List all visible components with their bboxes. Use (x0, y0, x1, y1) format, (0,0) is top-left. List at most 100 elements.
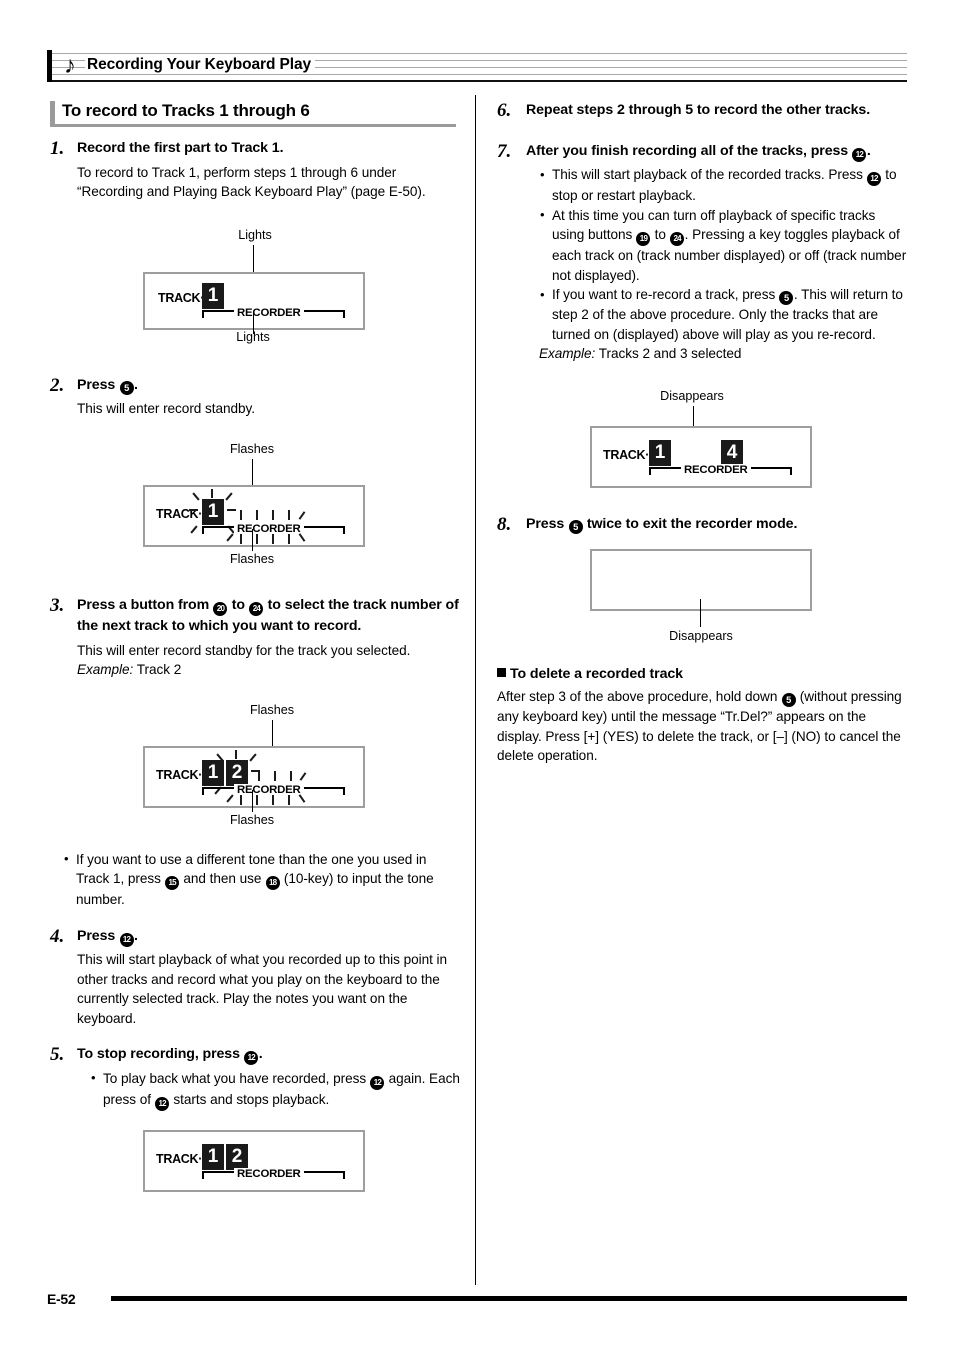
step-8-number: 8. (497, 513, 512, 535)
figure-3-ray (299, 771, 307, 781)
button-badge-18: 18 (265, 876, 280, 890)
section-heading: To record to Tracks 1 through 6 (50, 100, 460, 127)
figure-5-recorder-label: RECORDER (681, 463, 751, 477)
step-2-title: Press 5. (77, 376, 138, 395)
step-7-b3-pre: If you want to re-record a track, press (552, 287, 779, 302)
delete-body-pre: After step 3 of the above procedure, hol… (497, 689, 782, 704)
step-3-title: Press a button from 20 to 24 to select t… (77, 597, 459, 635)
button-badge-12: 12 (867, 172, 882, 186)
step-8-title-pre: Press (526, 515, 568, 532)
figure-4-numbox-1: 1 (202, 1143, 224, 1170)
step-3-example-label: Example: (77, 662, 134, 677)
figure-3-caption-bottom: Flashes (229, 812, 275, 827)
figure-2-ray (227, 508, 236, 511)
figure-5-lcd: TRACK· 1 4 RECORDER (590, 425, 812, 488)
right-column: 6. Repeat steps 2 through 5 to record th… (497, 100, 907, 766)
button-badge-12: 12 (119, 932, 134, 947)
button-badge-12: 12 (370, 1075, 385, 1090)
step-5-bullet-pre: To play back what you have recorded, pre… (103, 1070, 370, 1086)
step-2-number: 2. (50, 374, 65, 396)
list-item: If you want to use a different tone than… (63, 849, 460, 910)
figure-5-track-label: TRACK· (603, 447, 650, 462)
figure-1-numbox-1: 1 (202, 282, 224, 309)
figure-2-ray (288, 509, 290, 520)
step-4-body: This will start playback of what you rec… (50, 950, 460, 1028)
footer-rule (111, 1296, 907, 1301)
figure-6-lcd (590, 549, 812, 611)
figure-2-ray (272, 509, 274, 520)
step-2: 2. Press 5. (50, 375, 460, 397)
figure-3-ray (256, 794, 258, 805)
figure-4-numbox-2: 2 (226, 1143, 248, 1170)
left-column: To record to Tracks 1 through 6 1. Recor… (50, 100, 460, 1205)
step-3-body-text: This will enter record standby for the t… (77, 642, 411, 658)
figure-2-ray (240, 533, 242, 544)
running-header: ♪ Recording Your Keyboard Play (47, 50, 907, 82)
figure-2-ray (226, 532, 234, 542)
figure-2-ray (272, 533, 274, 544)
figure-3-lcd: TRACK· 1 2 RECORDER (143, 745, 365, 808)
list-item: To play back what you have recorded, pre… (90, 1068, 460, 1111)
manual-page: ♪ Recording Your Keyboard Play To record… (0, 0, 954, 1348)
section-accent-bar (50, 101, 55, 124)
delete-section-heading: To delete a recorded track (497, 664, 907, 684)
figure-3-caption-top: Flashes (249, 702, 295, 717)
button-badge-12: 12 (852, 147, 867, 162)
figure-4-lcd: TRACK· 1 2 RECORDER (143, 1129, 365, 1192)
figure-1-caption-bottom: Lights (236, 329, 270, 344)
figure-4-recorder-label: RECORDER (234, 1167, 304, 1181)
figure-3-ray (272, 794, 274, 805)
figure-3-ray (226, 793, 234, 803)
button-badge-5: 5 (779, 291, 794, 305)
step-4-title-post: . (134, 927, 138, 944)
list-item: If you want to re-record a track, press … (539, 285, 907, 344)
step-1: 1. Record the first part to Track 1. (50, 138, 460, 160)
figure-1-track-label: TRACK· (158, 290, 205, 305)
figure-2-ray (256, 509, 258, 520)
step-3-note: If you want to use a different tone than… (50, 849, 460, 910)
figure-track1-flashes: Flashes TRACK· 1 RECORDER (50, 419, 460, 557)
figure-track1-lights: Lights TRACK· 1 RECORDER (50, 202, 460, 337)
step-4-title-pre: Press (77, 927, 119, 944)
step-3: 3. Press a button from 20 to 24 to selec… (50, 595, 460, 638)
figure-2-ray (240, 509, 242, 520)
figure-2-ray (288, 533, 290, 544)
step-7-b1-pre: This will start playback of the recorded… (552, 167, 867, 182)
figure-2-caption-bottom: Flashes (229, 551, 275, 566)
delete-section-body: After step 3 of the above procedure, hol… (497, 687, 907, 766)
step-3-example: Example: Track 2 (77, 660, 460, 680)
step-1-number: 1. (50, 138, 65, 159)
figure-1-leader-top (253, 244, 254, 272)
figure-3-ray (288, 794, 290, 805)
figure-3-ray (290, 770, 292, 781)
button-badge-12: 12 (155, 1096, 170, 1111)
step-3-body: This will enter record standby for the t… (50, 641, 460, 680)
section-heading-text: To record to Tracks 1 through 6 (62, 101, 310, 120)
step-7-b2-mid: to (650, 227, 670, 242)
figure-3-track-label: TRACK· (156, 767, 203, 782)
figure-3-ray (235, 749, 237, 759)
step-7-bullets: This will start playback of the recorded… (539, 165, 907, 344)
step-4-body-text: This will start playback of what you rec… (77, 952, 448, 1026)
step-3-title-mid: to (227, 596, 249, 613)
figure-2-ray (225, 491, 233, 501)
figure-tracks-disappear: Disappears TRACK· 1 4 RECORDER (497, 364, 907, 492)
figure-5-caption-top: Disappears (660, 388, 724, 403)
step-1-body-text: To record to Track 1, perform steps 1 th… (77, 164, 426, 200)
step-8-title: Press 5 twice to exit the recorder mode. (526, 515, 798, 534)
step-5-title-post: . (258, 1046, 263, 1062)
step-7-title: After you finish recording all of the tr… (526, 143, 871, 162)
square-bullet-icon (497, 668, 506, 677)
figure-2-leader-bottom (252, 528, 253, 551)
button-badge-5: 5 (781, 693, 796, 707)
figure-2-ray (298, 510, 306, 520)
step-7: 7. After you finish recording all of the… (497, 141, 907, 163)
page-title: Recording Your Keyboard Play (85, 55, 316, 74)
figure-4-track-label: TRACK· (156, 1151, 203, 1166)
step-2-title-pre: Press (77, 376, 119, 393)
figure-3-ray (249, 752, 257, 762)
step-6: 6. Repeat steps 2 through 5 to record th… (497, 100, 907, 122)
step-5-bullets: To play back what you have recorded, pre… (90, 1068, 460, 1111)
step-8-title-post: twice to exit the recorder mode. (583, 515, 798, 532)
button-badge-20: 20 (213, 601, 228, 616)
